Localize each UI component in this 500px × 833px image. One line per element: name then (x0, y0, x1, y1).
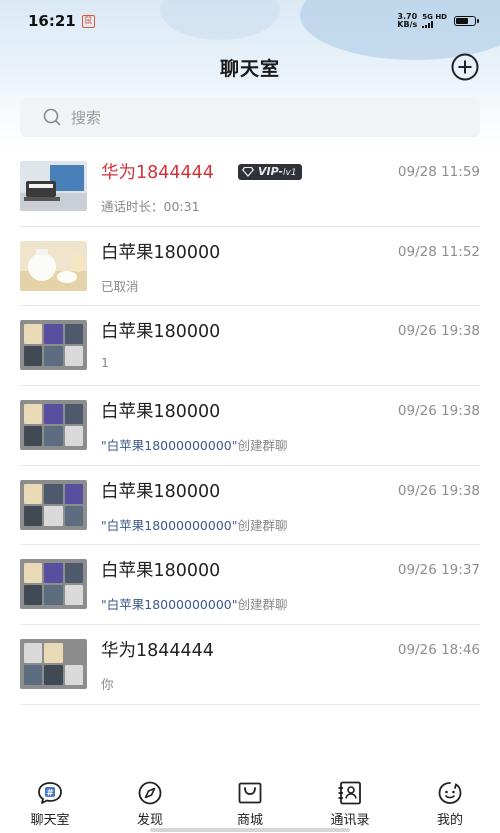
add-button[interactable] (450, 52, 480, 82)
smiley-face-icon (438, 782, 462, 804)
signal-icon: 5G HD (422, 14, 447, 28)
chat-item[interactable]: 白苹果180000 09/26 19:38 "白苹果18000000000"创建… (0, 466, 500, 546)
chat-name: 华为1844444 (101, 163, 214, 183)
search-icon (43, 108, 61, 126)
battery-icon (454, 16, 479, 26)
page-title: 聊天室 (219, 57, 280, 80)
tab-profile[interactable]: 我的 (400, 772, 500, 833)
tab-label: 发现 (136, 813, 163, 828)
compass-icon (138, 781, 162, 805)
chat-preview: 你 (101, 677, 114, 693)
chat-name: 白苹果180000 (101, 481, 221, 502)
chat-time: 09/26 19:38 (397, 482, 480, 499)
chat-time: 09/26 19:37 (397, 562, 480, 579)
chat-preview: 1 (101, 355, 109, 371)
contacts-book-icon (338, 781, 361, 805)
chat-hash-icon: # (38, 782, 62, 804)
chat-item[interactable]: 华为1844444 09/26 18:46 你 (0, 625, 500, 705)
tab-chatroom[interactable]: # 聊天室 (0, 772, 100, 833)
notification-icon: 鼠 (81, 14, 95, 28)
chat-item[interactable]: 白苹果180000 09/26 19:38 "白苹果18000000000"创建… (0, 386, 500, 466)
chat-name: 华为1844444 (101, 641, 214, 662)
chat-preview: 已取消 (101, 278, 139, 294)
tab-label: 商城 (236, 813, 263, 828)
chat-time: 09/28 11:52 (397, 243, 480, 260)
vip-badge: VIP-lv1 (238, 164, 302, 180)
chat-time: 09/28 11:59 (397, 164, 480, 180)
avatar (20, 479, 87, 530)
avatar (20, 559, 87, 610)
page-header: 聊天室 (0, 48, 500, 86)
chat-item[interactable]: 白苹果180000 09/26 19:38 1 (0, 306, 500, 386)
chat-time: 09/26 19:38 (397, 323, 480, 340)
avatar (20, 320, 87, 371)
tab-label: 通讯录 (330, 813, 370, 828)
tab-shop[interactable]: 商城 (200, 772, 300, 833)
chat-preview: "白苹果18000000000"创建群聊 (101, 597, 288, 613)
status-bar: 16:21 鼠 3.70 KB/s 5G HD (0, 0, 500, 42)
chat-time: 09/26 18:46 (397, 642, 480, 659)
chat-preview: 通话时长：00:31 (101, 199, 200, 214)
chat-item[interactable]: 白苹果180000 09/28 11:52 已取消 (0, 227, 500, 307)
search-input[interactable]: 搜索 (20, 97, 480, 137)
avatar (20, 639, 87, 690)
avatar (20, 400, 87, 451)
svg-text:#: # (46, 789, 54, 799)
chat-item[interactable]: 华为1844444 VIP-lv1 09/28 11:59 通话时长：00:31 (0, 147, 500, 227)
avatar (20, 161, 87, 211)
bottom-tab-bar: # 聊天室 发现 商城 通讯录 我的 (0, 772, 500, 833)
chat-preview: "白苹果18000000000"创建群聊 (101, 517, 288, 533)
chat-time: 09/26 19:38 (397, 403, 480, 420)
tab-label: 我的 (436, 813, 463, 828)
chat-name: 白苹果180000 (101, 322, 221, 343)
chat-name: 白苹果180000 (101, 561, 221, 582)
chat-preview: "白苹果18000000000"创建群聊 (101, 438, 288, 454)
network-speed: 3.70 KB/s (397, 12, 418, 29)
tab-contacts[interactable]: 通讯录 (300, 772, 400, 833)
chat-item[interactable]: 白苹果180000 09/26 19:37 "白苹果18000000000"创建… (0, 545, 500, 625)
home-indicator[interactable] (150, 828, 350, 832)
tab-discover[interactable]: 发现 (100, 772, 200, 833)
chat-list: 华为1844444 VIP-lv1 09/28 11:59 通话时长：00:31… (0, 147, 500, 705)
tab-label: 聊天室 (30, 813, 70, 828)
chat-name: 白苹果180000 (101, 242, 221, 263)
search-placeholder: 搜索 (71, 108, 102, 127)
status-time: 16:21 (28, 12, 76, 30)
chat-name: 白苹果180000 (101, 402, 221, 423)
avatar (20, 240, 87, 291)
diamond-icon (242, 167, 254, 177)
shop-bag-icon (238, 782, 262, 804)
plus-circle-icon (451, 53, 479, 81)
